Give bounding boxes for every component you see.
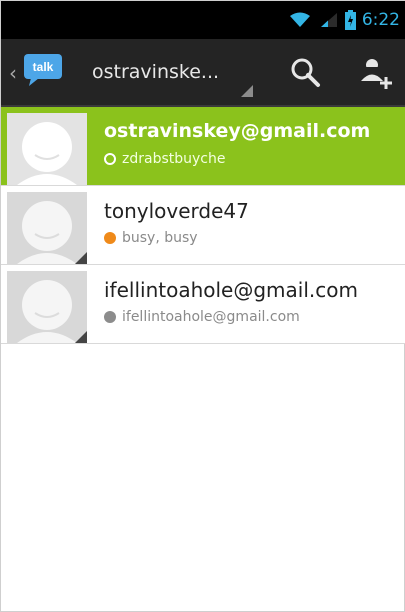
wifi-icon — [289, 12, 310, 27]
friend-name: ifellintoahole@gmail.com — [104, 278, 358, 302]
friend-row[interactable]: ifellintoahole@gmail.com ifellintoahole@… — [1, 265, 405, 344]
status-text: busy, busy — [122, 230, 198, 246]
search-icon[interactable] — [287, 55, 323, 91]
signal-icon — [320, 13, 337, 27]
friend-status: busy, busy — [104, 230, 198, 246]
busy-status-icon — [104, 232, 116, 244]
status-text: ifellintoahole@gmail.com — [122, 309, 300, 325]
spinner-caret-icon — [241, 85, 253, 97]
up-chevron-icon[interactable]: ‹ — [9, 61, 17, 85]
quick-contact-corner — [75, 252, 87, 264]
quick-contact-corner — [75, 331, 87, 343]
friend-row[interactable]: tonyloverde47 busy, busy — [1, 186, 405, 265]
default-avatar-icon — [17, 122, 77, 185]
friend-row[interactable]: ostravinskey@gmail.com zdrabstbuyche — [1, 107, 405, 186]
status-bar: 6:22 — [1, 1, 405, 39]
action-bar: ‹ talk ostravinske... — [1, 39, 405, 107]
status-text: zdrabstbuyche — [122, 151, 226, 167]
offline-status-icon — [104, 311, 116, 323]
screen: 6:22 ‹ talk ostravinske... ostravinskey@… — [0, 0, 405, 612]
talk-logo-icon[interactable]: talk — [23, 53, 63, 87]
friend-status: zdrabstbuyche — [104, 151, 225, 167]
battery-icon — [344, 10, 356, 30]
account-spinner[interactable]: ostravinske... — [89, 55, 259, 99]
friend-name: ostravinskey@gmail.com — [104, 120, 371, 142]
friend-status: ifellintoahole@gmail.com — [104, 309, 300, 325]
talk-logo-text: talk — [33, 60, 54, 74]
friend-list: ostravinskey@gmail.com zdrabstbuyche ton… — [1, 107, 405, 344]
avatar — [7, 113, 87, 185]
clock: 6:22 — [361, 10, 400, 30]
available-status-icon — [104, 153, 116, 165]
avatar — [7, 271, 87, 343]
avatar — [7, 192, 87, 264]
account-name: ostravinske... — [92, 61, 220, 83]
friend-name: tonyloverde47 — [104, 199, 249, 223]
add-friend-icon[interactable] — [357, 55, 393, 91]
